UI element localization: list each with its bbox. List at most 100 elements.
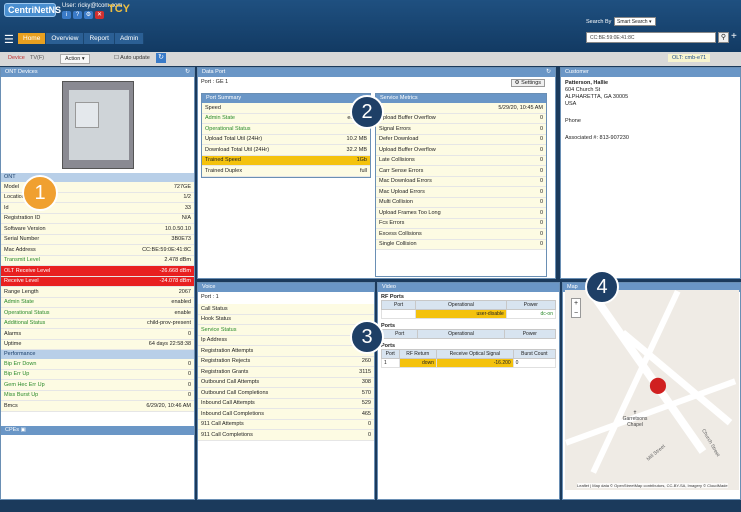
port-summary: Port Summary Speed Admin StateenabledOper… xyxy=(201,93,371,178)
row-label: Bip Err Down xyxy=(4,360,37,367)
settings-button[interactable]: ⚙ Settings xyxy=(510,79,545,87)
info-row: Call Status xyxy=(198,304,374,315)
help-icon[interactable]: ? xyxy=(73,11,82,19)
cpe-header[interactable]: CPEs ▣ xyxy=(1,425,194,435)
customer-name: Patterson, Hallie xyxy=(565,80,609,86)
info-row: Trained Speed 1Gb xyxy=(202,155,370,166)
map-road-label: Mill Street xyxy=(645,443,667,463)
row-value: 0 xyxy=(539,241,543,248)
row-label: 911 Call Completions xyxy=(201,431,253,438)
row-label: Outbound Call Completions xyxy=(201,389,269,396)
ports-table: Port Operational Power xyxy=(380,329,557,339)
row-value: 2.478 dBm xyxy=(164,257,191,264)
nav-report[interactable]: Report xyxy=(84,33,115,44)
sub-toolbar: Device TV(F) Action ▾ ☐ Auto update ↻ OL… xyxy=(0,52,741,66)
refresh-icon[interactable]: ↻ xyxy=(156,53,166,63)
row-label: Late Collisions xyxy=(379,157,415,164)
info-row: Bmcs 6/29/20, 10:46 AM xyxy=(1,401,194,412)
auto-update-toggle[interactable]: ☐ Auto update xyxy=(110,54,154,62)
row-label: Miss Burst Up xyxy=(4,392,39,399)
customer-address-1: 604 Church St xyxy=(565,87,601,93)
info-row: Additional Status child-prov-present xyxy=(1,318,194,329)
info-row: Registration Attempts xyxy=(198,346,374,357)
row-label: Bmcs xyxy=(4,402,18,409)
customer-header: Customer xyxy=(561,68,740,77)
row-value: 64 days 22:58:38 xyxy=(148,341,191,348)
info-row: Mac Download Errors 0 xyxy=(376,176,546,187)
customer-address-2: ALPHARETTA, GA 30005 xyxy=(565,94,629,100)
row-value: 727GE xyxy=(173,183,191,190)
search-mode-select[interactable]: Smart Search ▾ xyxy=(614,17,656,26)
info-icon[interactable]: i xyxy=(62,11,71,19)
action-dropdown[interactable]: Action ▾ xyxy=(60,54,90,64)
search-icon[interactable]: ⚲ xyxy=(718,32,729,43)
info-row: Outbound Call Completions 570 xyxy=(198,388,374,399)
row-value: 0 xyxy=(539,157,543,164)
info-row: Bip Err Up 0 xyxy=(1,369,194,380)
row-label: OLT Receive Level xyxy=(4,267,51,274)
menu-icon[interactable]: ☰ xyxy=(4,33,14,46)
row-label: Trained Duplex xyxy=(205,167,243,174)
row-label: Upload Total Util (24Hr) xyxy=(205,136,263,143)
row-value: -26.668 dBm xyxy=(159,267,192,274)
ont-panel: ONT Devices ↻ ONT Model 727GE Location 1/2 Id… xyxy=(0,67,195,500)
row-value: 0 xyxy=(367,421,371,428)
refresh-icon[interactable]: ↻ xyxy=(185,68,190,75)
row-value: 2067 xyxy=(178,288,191,295)
row-label: Operational Status xyxy=(205,125,251,132)
info-row: Single Collision 0 xyxy=(376,239,546,250)
nav-home[interactable]: Home xyxy=(18,33,47,44)
row-value: 10.0.50.10 xyxy=(165,225,191,232)
zoom-control[interactable]: + − xyxy=(571,298,581,318)
location-pin-icon[interactable]: ⬤ xyxy=(649,375,667,395)
row-label: Receive Level xyxy=(4,278,39,285)
voice-header: Voice xyxy=(198,283,374,292)
row-label: Transmit Level xyxy=(4,257,40,264)
info-row: Operational Status xyxy=(202,124,370,135)
row-label: Registration Attempts xyxy=(201,347,254,354)
map-view[interactable]: + − ⬤ ✝ Garretsons Chapel Mill Street Chur… xyxy=(565,285,739,490)
row-value: enabled xyxy=(171,299,191,306)
info-row: Carr Sense Errors 0 xyxy=(376,166,546,177)
info-row: Miss Burst Up 0 xyxy=(1,390,194,401)
row-label: Carr Sense Errors xyxy=(379,167,424,174)
row-label: Model xyxy=(4,183,19,190)
info-row: Defer Download 0 xyxy=(376,134,546,145)
info-row: 5/29/20, 10:45 AM xyxy=(376,103,546,114)
customer-panel: Customer Patterson, Hallie 604 Church St… xyxy=(560,67,741,279)
row-label: Bip Err Up xyxy=(4,371,30,378)
info-row: Excess Collisions 0 xyxy=(376,229,546,240)
row-value: 465 xyxy=(361,410,371,417)
info-row: Late Collisions 0 xyxy=(376,155,546,166)
tab-tv[interactable]: TV(F) xyxy=(26,54,48,62)
search-input[interactable]: CC:BE:59:0E:41:8C xyxy=(586,32,716,43)
row-value: full xyxy=(359,167,367,174)
settings-icon[interactable]: ⚙ xyxy=(84,11,93,19)
row-label: Mac Address xyxy=(4,246,36,253)
row-value: 1/2 xyxy=(183,194,191,201)
voice-port-select[interactable]: Port : 1 xyxy=(198,292,374,304)
row-label: Upload Frames Too Long xyxy=(379,209,441,216)
port-select[interactable]: Port : GE 1 xyxy=(201,79,228,85)
info-row: Signal Errors 0 xyxy=(376,124,546,135)
info-row: Admin State enabled xyxy=(1,297,194,308)
ont-panel-header: ONT Devices ↻ xyxy=(1,68,194,77)
logout-icon[interactable]: ✕ xyxy=(95,11,104,19)
row-label: Signal Errors xyxy=(379,125,411,132)
info-row: Uptime 64 days 22:58:38 xyxy=(1,339,194,350)
row-label: Download Total Util (24Hr) xyxy=(205,146,270,153)
search-area: Search By Smart Search ▾ CC:BE:59:0E:41:… xyxy=(584,16,741,48)
info-row: Fcs Errors 0 xyxy=(376,218,546,229)
row-label: 911 Call Attempts xyxy=(201,421,244,428)
info-row: Upload Frames Too Long 0 xyxy=(376,208,546,219)
nav-admin[interactable]: Admin xyxy=(114,33,145,44)
row-value: CC:BE:59:0E:41:8C xyxy=(142,246,191,253)
info-row: Range Length 2067 xyxy=(1,287,194,298)
refresh-icon[interactable]: ↻ xyxy=(546,68,551,75)
row-label: Range Length xyxy=(4,288,39,295)
add-icon[interactable]: + xyxy=(731,31,737,42)
nav-overview[interactable]: Overview xyxy=(46,33,85,44)
voice-panel: Voice Port : 1 Call Status Hook Status Ser… xyxy=(197,282,375,500)
search-by-label: Search By xyxy=(586,19,612,25)
info-row: Transmit Level 2.478 dBm xyxy=(1,255,194,266)
